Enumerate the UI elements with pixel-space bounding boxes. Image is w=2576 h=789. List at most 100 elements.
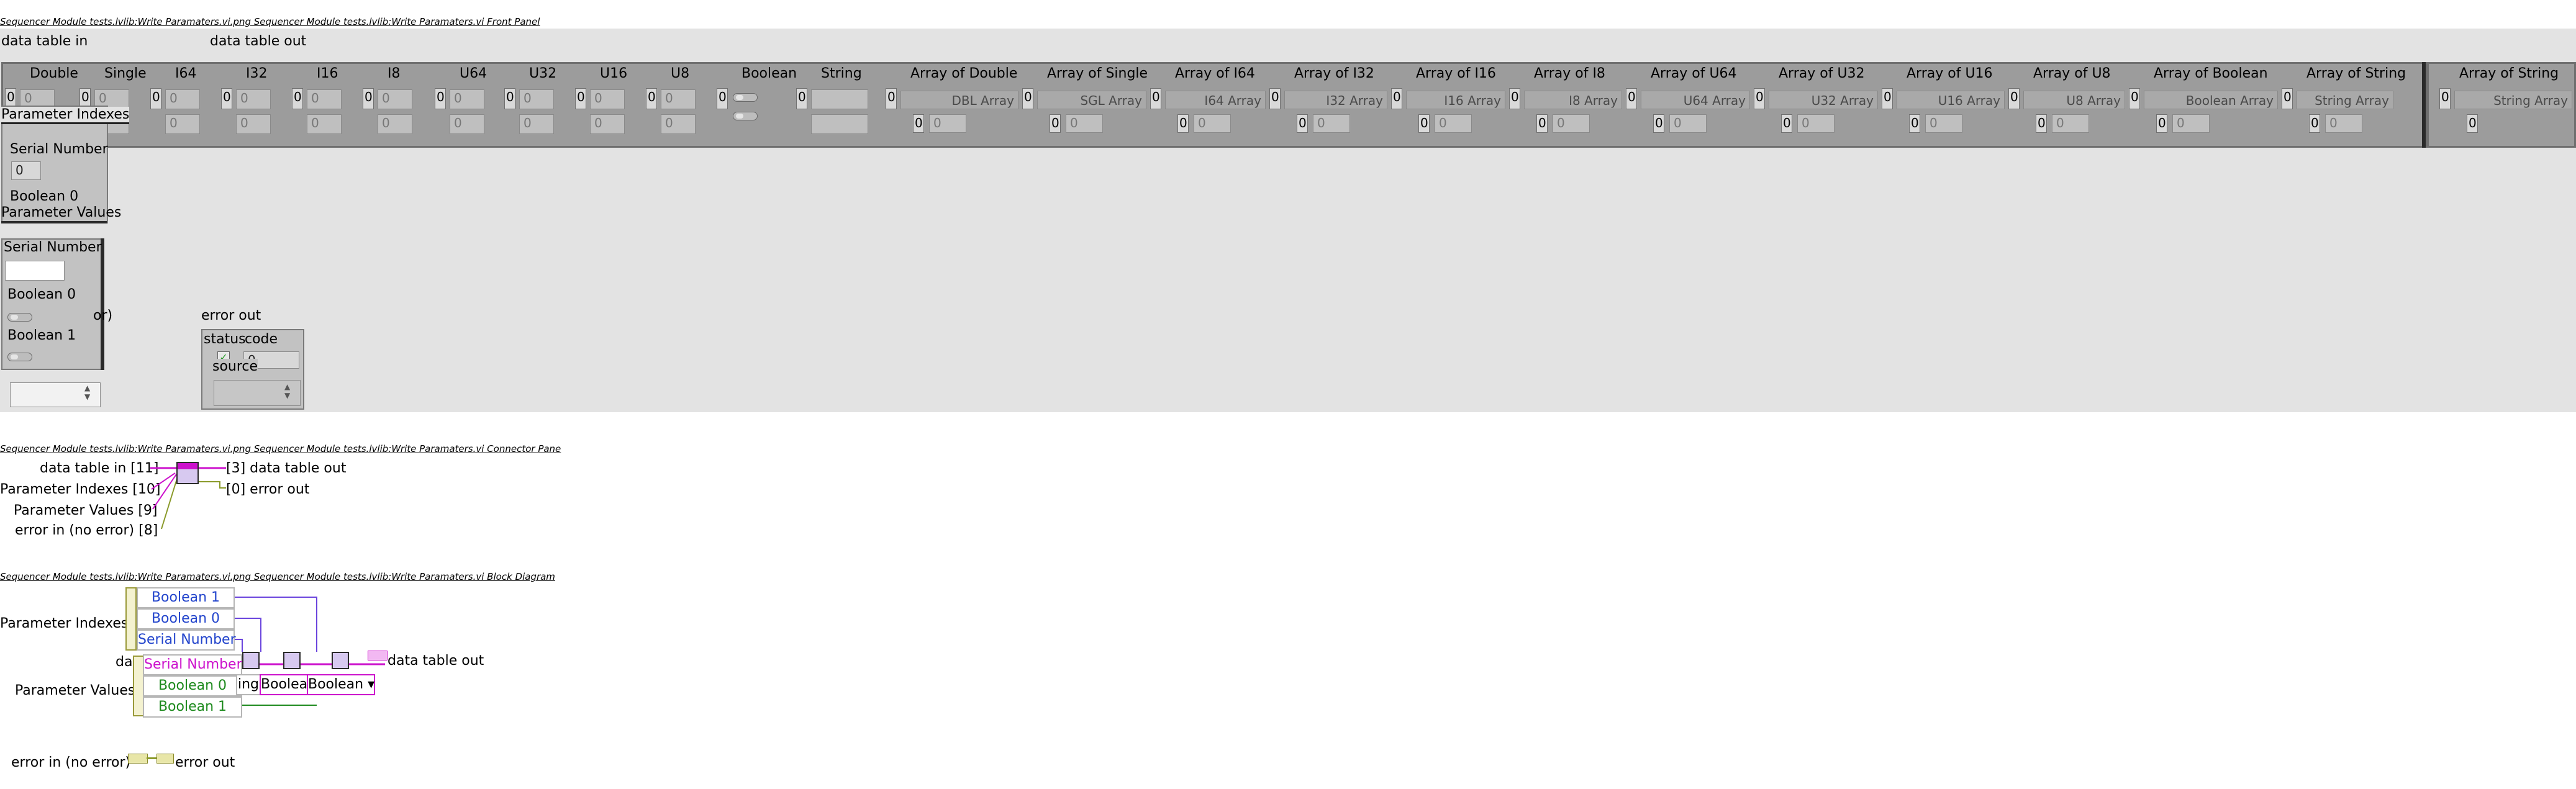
array-label: SGL Array — [1037, 91, 1146, 109]
boolean-toggle[interactable] — [733, 112, 758, 120]
array-element-field[interactable]: 0 — [1313, 114, 1350, 133]
array-element-field[interactable]: 0 — [2052, 114, 2089, 133]
numeric-field[interactable]: 0 — [590, 89, 625, 109]
out-inner-array-index: 0 — [2467, 114, 2478, 133]
inner-array-index[interactable]: 0 — [2036, 114, 2047, 133]
inner-array-index[interactable]: 0 — [1297, 114, 1308, 133]
data-table-in-label: data table in — [1, 34, 88, 49]
array-index-display[interactable]: 0 — [1150, 88, 1161, 109]
array-element-field[interactable]: 0 — [1669, 114, 1707, 133]
array-label: U32 Array — [1769, 91, 1878, 109]
array-element-field[interactable]: 0 — [2172, 114, 2210, 133]
error-in-source-spinner-icon[interactable]: ▲ ▼ — [84, 384, 90, 401]
array-index-display[interactable]: 0 — [575, 88, 586, 109]
array-index-display[interactable]: 0 — [2282, 88, 2293, 109]
array-index-display[interactable]: 0 — [796, 88, 807, 109]
bd-error-in-terminal[interactable] — [128, 754, 148, 764]
array-element-field[interactable]: 0 — [1066, 114, 1103, 133]
array-index-display[interactable]: 0 — [1391, 88, 1402, 109]
conn-input-parameter-values: Parameter Values [9] — [14, 503, 158, 518]
data-table-out-terminal[interactable] — [368, 651, 388, 661]
array-index-display[interactable]: 0 — [1022, 88, 1033, 109]
boolean-toggle[interactable] — [733, 93, 758, 102]
boolean1-toggle[interactable] — [7, 353, 32, 361]
array-element-field[interactable]: 0 — [1194, 114, 1231, 133]
array-index-display[interactable]: 0 — [1754, 88, 1765, 109]
string-field[interactable] — [811, 114, 868, 134]
bd-value-boolean0: Boolean 0 — [143, 675, 242, 697]
array-element-field[interactable]: 0 — [1925, 114, 1962, 133]
numeric-field[interactable]: 0 — [307, 89, 342, 109]
inner-array-index[interactable]: 0 — [1177, 114, 1189, 133]
set-element-node2-icon[interactable] — [283, 652, 301, 669]
array-index-display[interactable]: 0 — [1509, 88, 1520, 109]
column-header: Array of U8 — [2033, 66, 2111, 81]
serial-number-value-field[interactable] — [5, 261, 65, 281]
out-column-header: Array of String — [2459, 66, 2559, 81]
bd-error-out-terminal[interactable] — [156, 754, 174, 764]
column-header: Array of Single — [1047, 66, 1148, 81]
numeric-field[interactable]: 0 — [165, 114, 200, 134]
bd-index-boolean0: Boolean 0 — [137, 608, 235, 629]
inner-array-index[interactable]: 0 — [2309, 114, 2320, 133]
array-element-field[interactable]: 0 — [2325, 114, 2362, 133]
set-element-node1-icon[interactable] — [242, 652, 260, 669]
array-label: Boolean Array — [2144, 91, 2278, 109]
column-header: Array of U16 — [1907, 66, 1993, 81]
bd-boolean-type-dropdown-icon[interactable]: ▾ — [363, 677, 374, 692]
numeric-field[interactable]: 0 — [590, 114, 625, 134]
numeric-field[interactable]: 0 — [236, 89, 271, 109]
array-index-display[interactable]: 0 — [1882, 88, 1893, 109]
array-index-display[interactable]: 0 — [1626, 88, 1637, 109]
array-index-display[interactable]: 0 — [886, 88, 897, 109]
numeric-field[interactable]: 0 — [165, 89, 200, 109]
numeric-field[interactable]: 0 — [519, 89, 554, 109]
inner-array-index[interactable]: 0 — [1536, 114, 1548, 133]
array-index-display[interactable]: 0 — [292, 88, 303, 109]
conn-input-error-in: error in (no error) [8] — [15, 523, 158, 538]
numeric-field[interactable]: 0 — [378, 114, 412, 134]
numeric-field[interactable]: 0 — [236, 114, 271, 134]
array-index-display[interactable]: 0 — [646, 88, 657, 109]
string-field[interactable] — [811, 89, 868, 109]
serial-number-index-field[interactable]: 0 — [11, 161, 41, 180]
array-index-display[interactable]: 0 — [221, 88, 232, 109]
indexes-terminal[interactable] — [125, 587, 137, 651]
boolean0-toggle[interactable] — [7, 313, 32, 322]
array-index-display[interactable]: 0 — [2008, 88, 2020, 109]
array-element-field[interactable]: 0 — [1435, 114, 1472, 133]
inner-array-index[interactable]: 0 — [2156, 114, 2167, 133]
array-index-display[interactable]: 0 — [363, 88, 374, 109]
array-element-field[interactable]: 0 — [1797, 114, 1834, 133]
numeric-field[interactable]: 0 — [378, 89, 412, 109]
array-index-display[interactable]: 0 — [150, 88, 161, 109]
bd-error-in-label: error in (no error) — [11, 755, 131, 770]
set-element-node3-icon[interactable] — [332, 652, 349, 669]
array-index-display[interactable]: 0 — [1269, 88, 1281, 109]
numeric-field[interactable]: 0 — [450, 89, 484, 109]
bd-string-type-clipped: ing — [236, 674, 261, 695]
bd-index-serial-number: Serial Number — [137, 629, 236, 651]
inner-array-index[interactable]: 0 — [1781, 114, 1792, 133]
array-index-display[interactable]: 0 — [717, 88, 728, 109]
array-element-field[interactable]: 0 — [929, 114, 966, 133]
inner-array-index[interactable]: 0 — [1909, 114, 1920, 133]
inner-array-index[interactable]: 0 — [1050, 114, 1061, 133]
numeric-field[interactable]: 0 — [307, 114, 342, 134]
array-element-field[interactable]: 0 — [1553, 114, 1590, 133]
parameter-values-cluster[interactable] — [1, 238, 102, 370]
array-index-display[interactable]: 0 — [2129, 88, 2140, 109]
numeric-field[interactable]: 0 — [661, 89, 696, 109]
numeric-field[interactable]: 0 — [661, 114, 696, 134]
array-index-display[interactable]: 0 — [504, 88, 515, 109]
numeric-field[interactable]: 0 — [450, 114, 484, 134]
inner-array-index[interactable]: 0 — [913, 114, 924, 133]
bd-value-boolean1: Boolean 1 — [143, 697, 242, 718]
inner-array-index[interactable]: 0 — [1418, 114, 1430, 133]
inner-array-index[interactable]: 0 — [1653, 114, 1664, 133]
column-header: U32 — [529, 66, 557, 81]
numeric-field[interactable]: 0 — [519, 114, 554, 134]
bd-boolean-type-selector[interactable]: Boolean ▾ — [307, 674, 375, 695]
array-index-display[interactable]: 0 — [435, 88, 446, 109]
error-out-source-spinner-icon: ▲ ▼ — [284, 382, 291, 400]
